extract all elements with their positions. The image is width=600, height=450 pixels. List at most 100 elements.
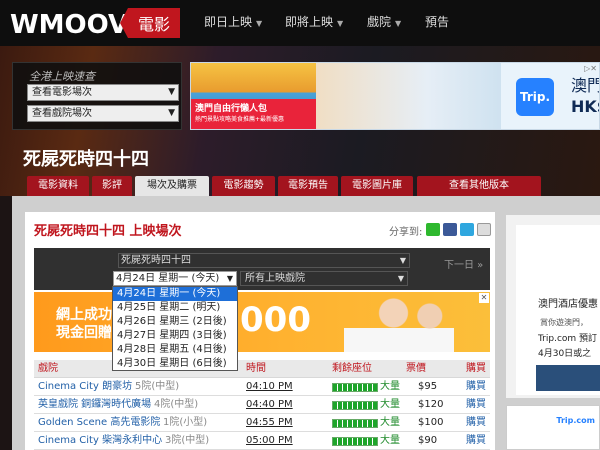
seat-capacity-label: 大量 (380, 435, 400, 446)
chevron-down-icon: ▼ (168, 87, 175, 97)
seat-capacity-label: 大量 (380, 381, 400, 392)
header-cinema: 戲院 (38, 363, 58, 374)
tab-movie-info[interactable]: 電影資料 (27, 176, 89, 196)
trip-logo: Trip.com (556, 416, 595, 425)
ad-people-image (344, 292, 454, 352)
chevron-down-icon: ▼ (168, 108, 175, 118)
wechat-icon[interactable] (426, 223, 440, 236)
cinema-showtime-select[interactable]: 查看戲院場次 ▼ (27, 105, 179, 122)
chevron-down-icon: ▼ (256, 19, 263, 28)
ad-line-2: 現金回贈 (56, 325, 112, 341)
seat-capacity-bar (332, 383, 378, 392)
quick-search-title: 全港上映速查 (29, 70, 95, 83)
cinema-hall: 5院(中型) (135, 381, 180, 392)
date-option[interactable]: 4月26日 星期三 (2日後) (113, 315, 237, 329)
date-option[interactable]: 4月27日 星期四 (3日後) (113, 329, 237, 343)
ad-close-icon[interactable]: ▷✕ (584, 64, 597, 73)
cinema-link[interactable]: Cinema City 朗豪坊 (38, 378, 132, 396)
ad-title: 澳門酒店優惠折扣高達 (571, 76, 600, 95)
table-row: 英皇戲院 銅鑼灣時代廣場 4院(中型) 04:40 PM 大量 $120 購買 (34, 396, 490, 414)
date-option[interactable]: 4月28日 星期五 (4日後) (113, 343, 237, 357)
movie-showtime-select[interactable]: 查看電影場次 ▼ (27, 84, 179, 101)
ad-image-caption: 澳門自由行懶人包 熱門景點攻略美食推薦+最新優惠 (191, 99, 316, 129)
cashback-ad-banner[interactable]: 網上成功 現金回贈 000 ✕ (34, 292, 490, 352)
tab-showtimes[interactable]: 場次及購票 (135, 176, 209, 196)
ad-people-image (316, 63, 501, 129)
twitter-icon[interactable] (460, 223, 474, 236)
seat-capacity-label: 大量 (380, 399, 400, 410)
ad-price: HK$100 (571, 97, 599, 116)
buy-link[interactable]: 購買 (466, 414, 486, 432)
tab-trailers[interactable]: 電影預告 (278, 176, 338, 196)
next-day-link[interactable]: 下一日 » (444, 256, 483, 271)
chevron-down-icon: ▼ (397, 274, 404, 283)
logo-sub-text: 電影 (138, 15, 170, 34)
ad-big-number: 000 (240, 300, 311, 340)
right-ad-banner-2[interactable]: Trip.com (506, 405, 600, 450)
quick-search-box: 全港上映速查 查看電影場次 ▼ 查看戲院場次 ▼ (12, 62, 182, 130)
date-option[interactable]: 4月25日 星期二 (明天) (113, 301, 237, 315)
showtime-link[interactable]: 04:55 PM (246, 414, 293, 432)
tab-reviews[interactable]: 影評 (92, 176, 132, 196)
buy-link[interactable]: 購買 (466, 378, 486, 396)
showtime-link[interactable]: 04:40 PM (246, 396, 293, 414)
email-icon[interactable] (477, 223, 491, 236)
chevron-down-icon: ▼ (399, 256, 406, 265)
page-title: 死屍死時四十四 (23, 149, 149, 170)
showtime-link[interactable]: 05:00 PM (246, 432, 293, 450)
wmoov-logo[interactable]: WMOOV 電影 (10, 4, 180, 42)
showtime-link[interactable]: 04:10 PM (246, 378, 293, 396)
cinema-hall: 1院(小型) (163, 417, 208, 428)
seat-capacity-label: 大量 (380, 417, 400, 428)
tab-other-versions[interactable]: 查看其他版本 (417, 176, 541, 196)
share-label: 分享到: (389, 227, 423, 238)
nav-now-showing[interactable]: 即日上映 ▼ (204, 13, 262, 30)
table-row: Golden Scene 高先電影院 1院(小型) 04:55 PM 大量 $100 購買 (34, 414, 490, 432)
chevron-down-icon: ▼ (226, 274, 233, 283)
ticket-price: $120 (418, 399, 444, 410)
cinema-link[interactable]: 英皇戲院 銅鑼灣時代廣場 (38, 396, 151, 414)
seat-capacity-bar (332, 437, 378, 446)
date-dropdown-list: 4月24日 星期一 (今天) 4月25日 星期二 (明天) 4月26日 星期三 … (112, 286, 238, 371)
seat-capacity-bar (332, 401, 378, 410)
date-option[interactable]: 4月30日 星期日 (6日後) (113, 357, 237, 371)
buy-link[interactable]: 購買 (466, 396, 486, 414)
showtime-table: 戲院 時間 剩餘座位 票價 購買 Cinema City 朗豪坊 5院(中型) 04… (34, 360, 490, 450)
right-ad-title: 澳門酒店優惠 (538, 299, 598, 310)
header-seats: 剩餘座位 (332, 363, 372, 374)
header-buy: 購買 (466, 363, 486, 374)
date-option[interactable]: 4月24日 星期一 (今天) (113, 287, 237, 301)
cinema-hall: 3院(中型) (165, 435, 210, 446)
logo-text: WMOOV (10, 10, 128, 40)
table-header: 戲院 時間 剩餘座位 票價 購買 (34, 360, 490, 378)
top-ad-banner[interactable]: 澳門自由行懶人包 熱門景點攻略美食推薦+最新優惠 Trip. 澳門酒店優惠折扣高… (190, 62, 600, 130)
chevron-down-icon: ▼ (395, 19, 402, 28)
right-ad-line-2: Trip.com 預訂 (538, 334, 598, 344)
ad-close-icon[interactable]: ✕ (479, 293, 489, 303)
seat-capacity-bar (332, 419, 378, 428)
right-ad-button[interactable] (536, 365, 600, 391)
right-ad-card: 澳門酒店優惠 賞你遊澳門， Trip.com 預訂 4月30日或之 (516, 225, 600, 395)
header-time: 時間 (246, 363, 266, 374)
right-ad-banner[interactable]: 澳門酒店優惠 賞你遊澳門， Trip.com 預訂 4月30日或之 (506, 215, 600, 398)
chevron-down-icon: ▼ (337, 19, 344, 28)
buy-link[interactable]: 購買 (466, 432, 486, 450)
right-ad-line-3: 4月30日或之 (538, 349, 592, 359)
facebook-icon[interactable] (443, 223, 457, 236)
ticket-price: $95 (418, 381, 438, 392)
cinema-link[interactable]: Cinema City 柴灣永利中心 (38, 432, 162, 450)
ad-macau-image: 澳門自由行懶人包 熱門景點攻略美食推薦+最新優惠 (191, 63, 316, 129)
cinema-hall: 4院(中型) (154, 399, 199, 410)
section-title: 死屍死時四十四 上映場次 (34, 224, 182, 239)
nav-coming-soon[interactable]: 即將上映 ▼ (285, 13, 343, 30)
movie-select[interactable]: 死屍死時四十四 ▼ (118, 253, 410, 268)
trip-logo: Trip. (516, 78, 554, 116)
cinema-link[interactable]: Golden Scene 高先電影院 (38, 414, 160, 432)
table-row: Cinema City 朗豪坊 5院(中型) 04:10 PM 大量 $95 購買 (34, 378, 490, 396)
date-select[interactable]: 4月24日 星期一 (今天) ▼ (113, 271, 237, 286)
tab-gallery[interactable]: 電影圖片庫 (341, 176, 413, 196)
cinema-select[interactable]: 所有上映戲院 ▼ (240, 271, 408, 286)
nav-trailers[interactable]: 預告 (425, 13, 449, 30)
nav-cinemas[interactable]: 戲院 ▼ (367, 13, 401, 30)
tab-trends[interactable]: 電影趨勢 (212, 176, 275, 196)
